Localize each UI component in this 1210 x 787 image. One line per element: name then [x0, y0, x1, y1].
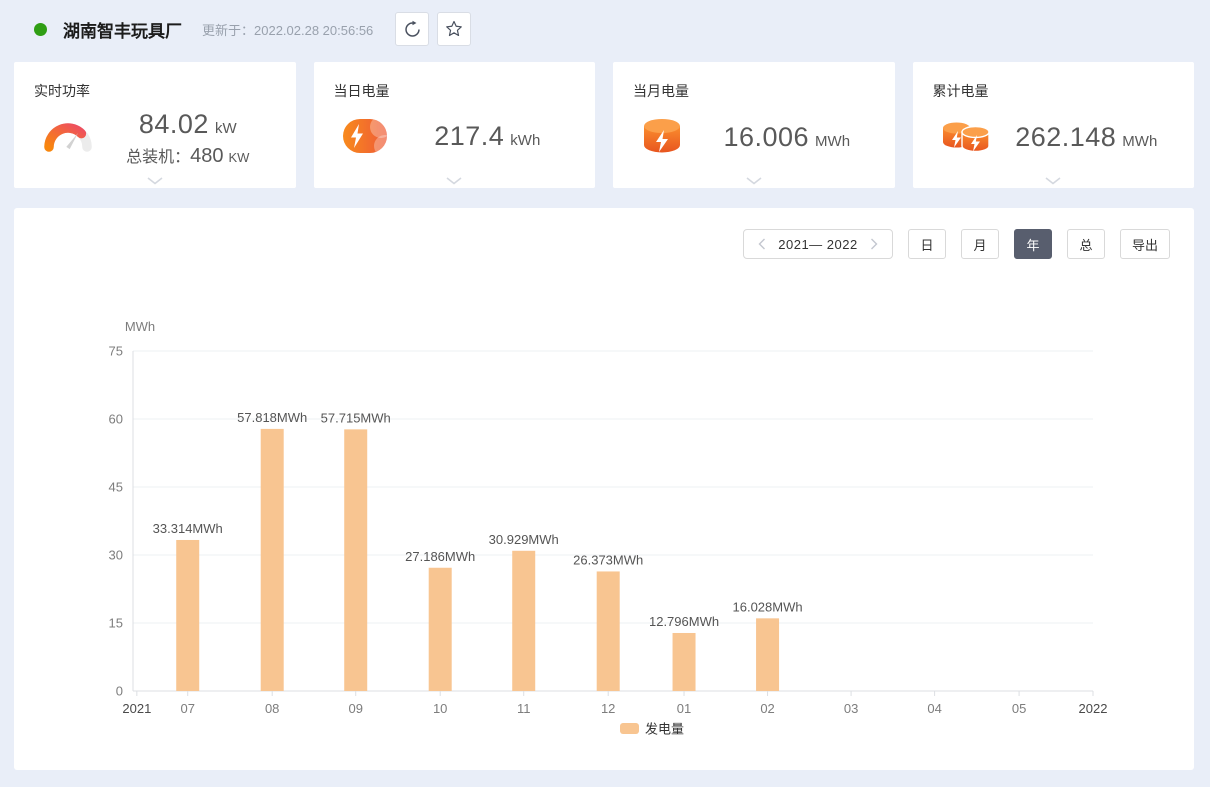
bar-value-label: 57.715MWh — [321, 410, 391, 425]
expand-chevron-icon[interactable] — [147, 177, 163, 185]
y-tick-label: 30 — [109, 548, 123, 563]
y-tick-label: 15 — [109, 616, 123, 631]
x-tick-label: 04 — [927, 701, 941, 716]
x-tick-label: 12 — [601, 701, 615, 716]
bar-02[interactable] — [756, 618, 779, 691]
installed-capacity-value: 480 — [190, 145, 223, 168]
x-tick-label: 11 — [517, 701, 531, 716]
range-next-icon[interactable] — [868, 236, 880, 252]
y-tick-label: 0 — [116, 684, 123, 699]
card-title: 累计电量 — [933, 81, 1177, 101]
expand-chevron-icon[interactable] — [746, 177, 762, 185]
view-button-年[interactable]: 年 — [1014, 229, 1052, 259]
card-realtime-power: 实时功率 — [14, 62, 296, 188]
bar-value-label: 27.186MWh — [405, 549, 475, 564]
bar-11[interactable] — [512, 551, 535, 691]
energy-cylinder-icon — [639, 115, 685, 159]
x-tick-label: 2022 — [1079, 701, 1108, 716]
updated-at-label: 更新于：2022.02.28 20:56:56 — [202, 20, 373, 39]
date-range-label: 2021— 2022 — [778, 237, 857, 252]
refresh-icon — [403, 20, 422, 39]
bar-value-label: 26.373MWh — [573, 552, 643, 567]
refresh-button[interactable] — [395, 12, 429, 46]
installed-capacity-label: 总装机： — [126, 143, 190, 167]
export-button[interactable]: 导出 — [1120, 229, 1170, 259]
card-total-energy: 累计电量 — [913, 62, 1195, 188]
card-daily-energy: 当日电量 — [314, 62, 596, 188]
bar-value-label: 33.314MWh — [153, 521, 223, 536]
online-status-dot — [34, 23, 47, 36]
view-button-总[interactable]: 总 — [1067, 229, 1105, 259]
daily-energy-unit: kWh — [510, 132, 540, 149]
x-tick-label: 07 — [180, 701, 194, 716]
installed-capacity-unit: KW — [228, 150, 249, 165]
gauge-icon — [40, 113, 96, 165]
chart-panel: 2021— 2022 日月年总 导出 01530456075MWh2021070… — [14, 208, 1194, 770]
bar-09[interactable] — [344, 429, 367, 691]
bar-value-label: 16.028MWh — [733, 599, 803, 614]
card-title: 当月电量 — [633, 81, 877, 101]
total-energy-value: 262.148 — [1015, 122, 1116, 153]
y-tick-label: 75 — [109, 344, 123, 359]
expand-chevron-icon[interactable] — [446, 177, 462, 185]
y-axis-title: MWh — [125, 319, 155, 334]
range-prev-icon[interactable] — [756, 236, 768, 252]
card-monthly-energy: 当月电量 — [613, 62, 895, 188]
bar-10[interactable] — [429, 568, 452, 691]
bar-value-label: 57.818MWh — [237, 410, 307, 425]
card-title: 实时功率 — [34, 81, 278, 101]
bar-value-label: 12.796MWh — [649, 614, 719, 629]
generation-bar-chart: 0 15 30 45 60 75MWh 2021 07 08 09 10 11 12 01 02 03 04 05… — [38, 259, 1170, 764]
star-icon — [444, 19, 464, 39]
monthly-energy-value: 16.006 — [723, 122, 809, 153]
bar-12[interactable] — [597, 571, 620, 691]
x-tick-label: 01 — [677, 701, 691, 716]
favorite-button[interactable] — [437, 12, 471, 46]
card-title: 当日电量 — [334, 81, 578, 101]
bar-07[interactable] — [176, 540, 199, 691]
monthly-energy-unit: MWh — [815, 133, 850, 150]
y-tick-label: 60 — [109, 412, 123, 427]
stats-row: 实时功率 — [14, 62, 1194, 188]
x-tick-label: 03 — [844, 701, 858, 716]
realtime-power-value: 84.02 — [139, 109, 209, 140]
realtime-power-unit: kW — [215, 120, 237, 137]
legend-item[interactable]: 发电量 — [620, 722, 684, 737]
total-energy-unit: MWh — [1122, 133, 1157, 150]
x-tick-label: 05 — [1012, 701, 1026, 716]
y-tick-label: 45 — [109, 480, 123, 495]
expand-chevron-icon[interactable] — [1045, 177, 1061, 185]
bar-01[interactable] — [673, 633, 696, 691]
lightning-pill-icon — [340, 115, 390, 157]
chart-toolbar: 2021— 2022 日月年总 导出 — [38, 229, 1170, 259]
plant-name: 湖南智丰玩具厂 — [63, 17, 182, 42]
x-tick-label: 10 — [433, 701, 447, 716]
daily-energy-value: 217.4 — [434, 121, 504, 152]
x-tick-label: 2021 — [122, 701, 151, 716]
x-tick-label: 09 — [348, 701, 362, 716]
legend-label: 发电量 — [645, 722, 684, 737]
bar-08[interactable] — [261, 429, 284, 691]
view-button-月[interactable]: 月 — [961, 229, 999, 259]
energy-cylinders-icon — [939, 115, 995, 159]
header-bar: 湖南智丰玩具厂 更新于：2022.02.28 20:56:56 — [0, 0, 1210, 58]
legend-swatch — [620, 723, 639, 734]
x-tick-label: 08 — [265, 701, 279, 716]
bar-value-label: 30.929MWh — [489, 532, 559, 547]
date-range-picker[interactable]: 2021— 2022 — [743, 229, 893, 259]
x-tick-label: 02 — [760, 701, 774, 716]
view-button-日[interactable]: 日 — [908, 229, 946, 259]
